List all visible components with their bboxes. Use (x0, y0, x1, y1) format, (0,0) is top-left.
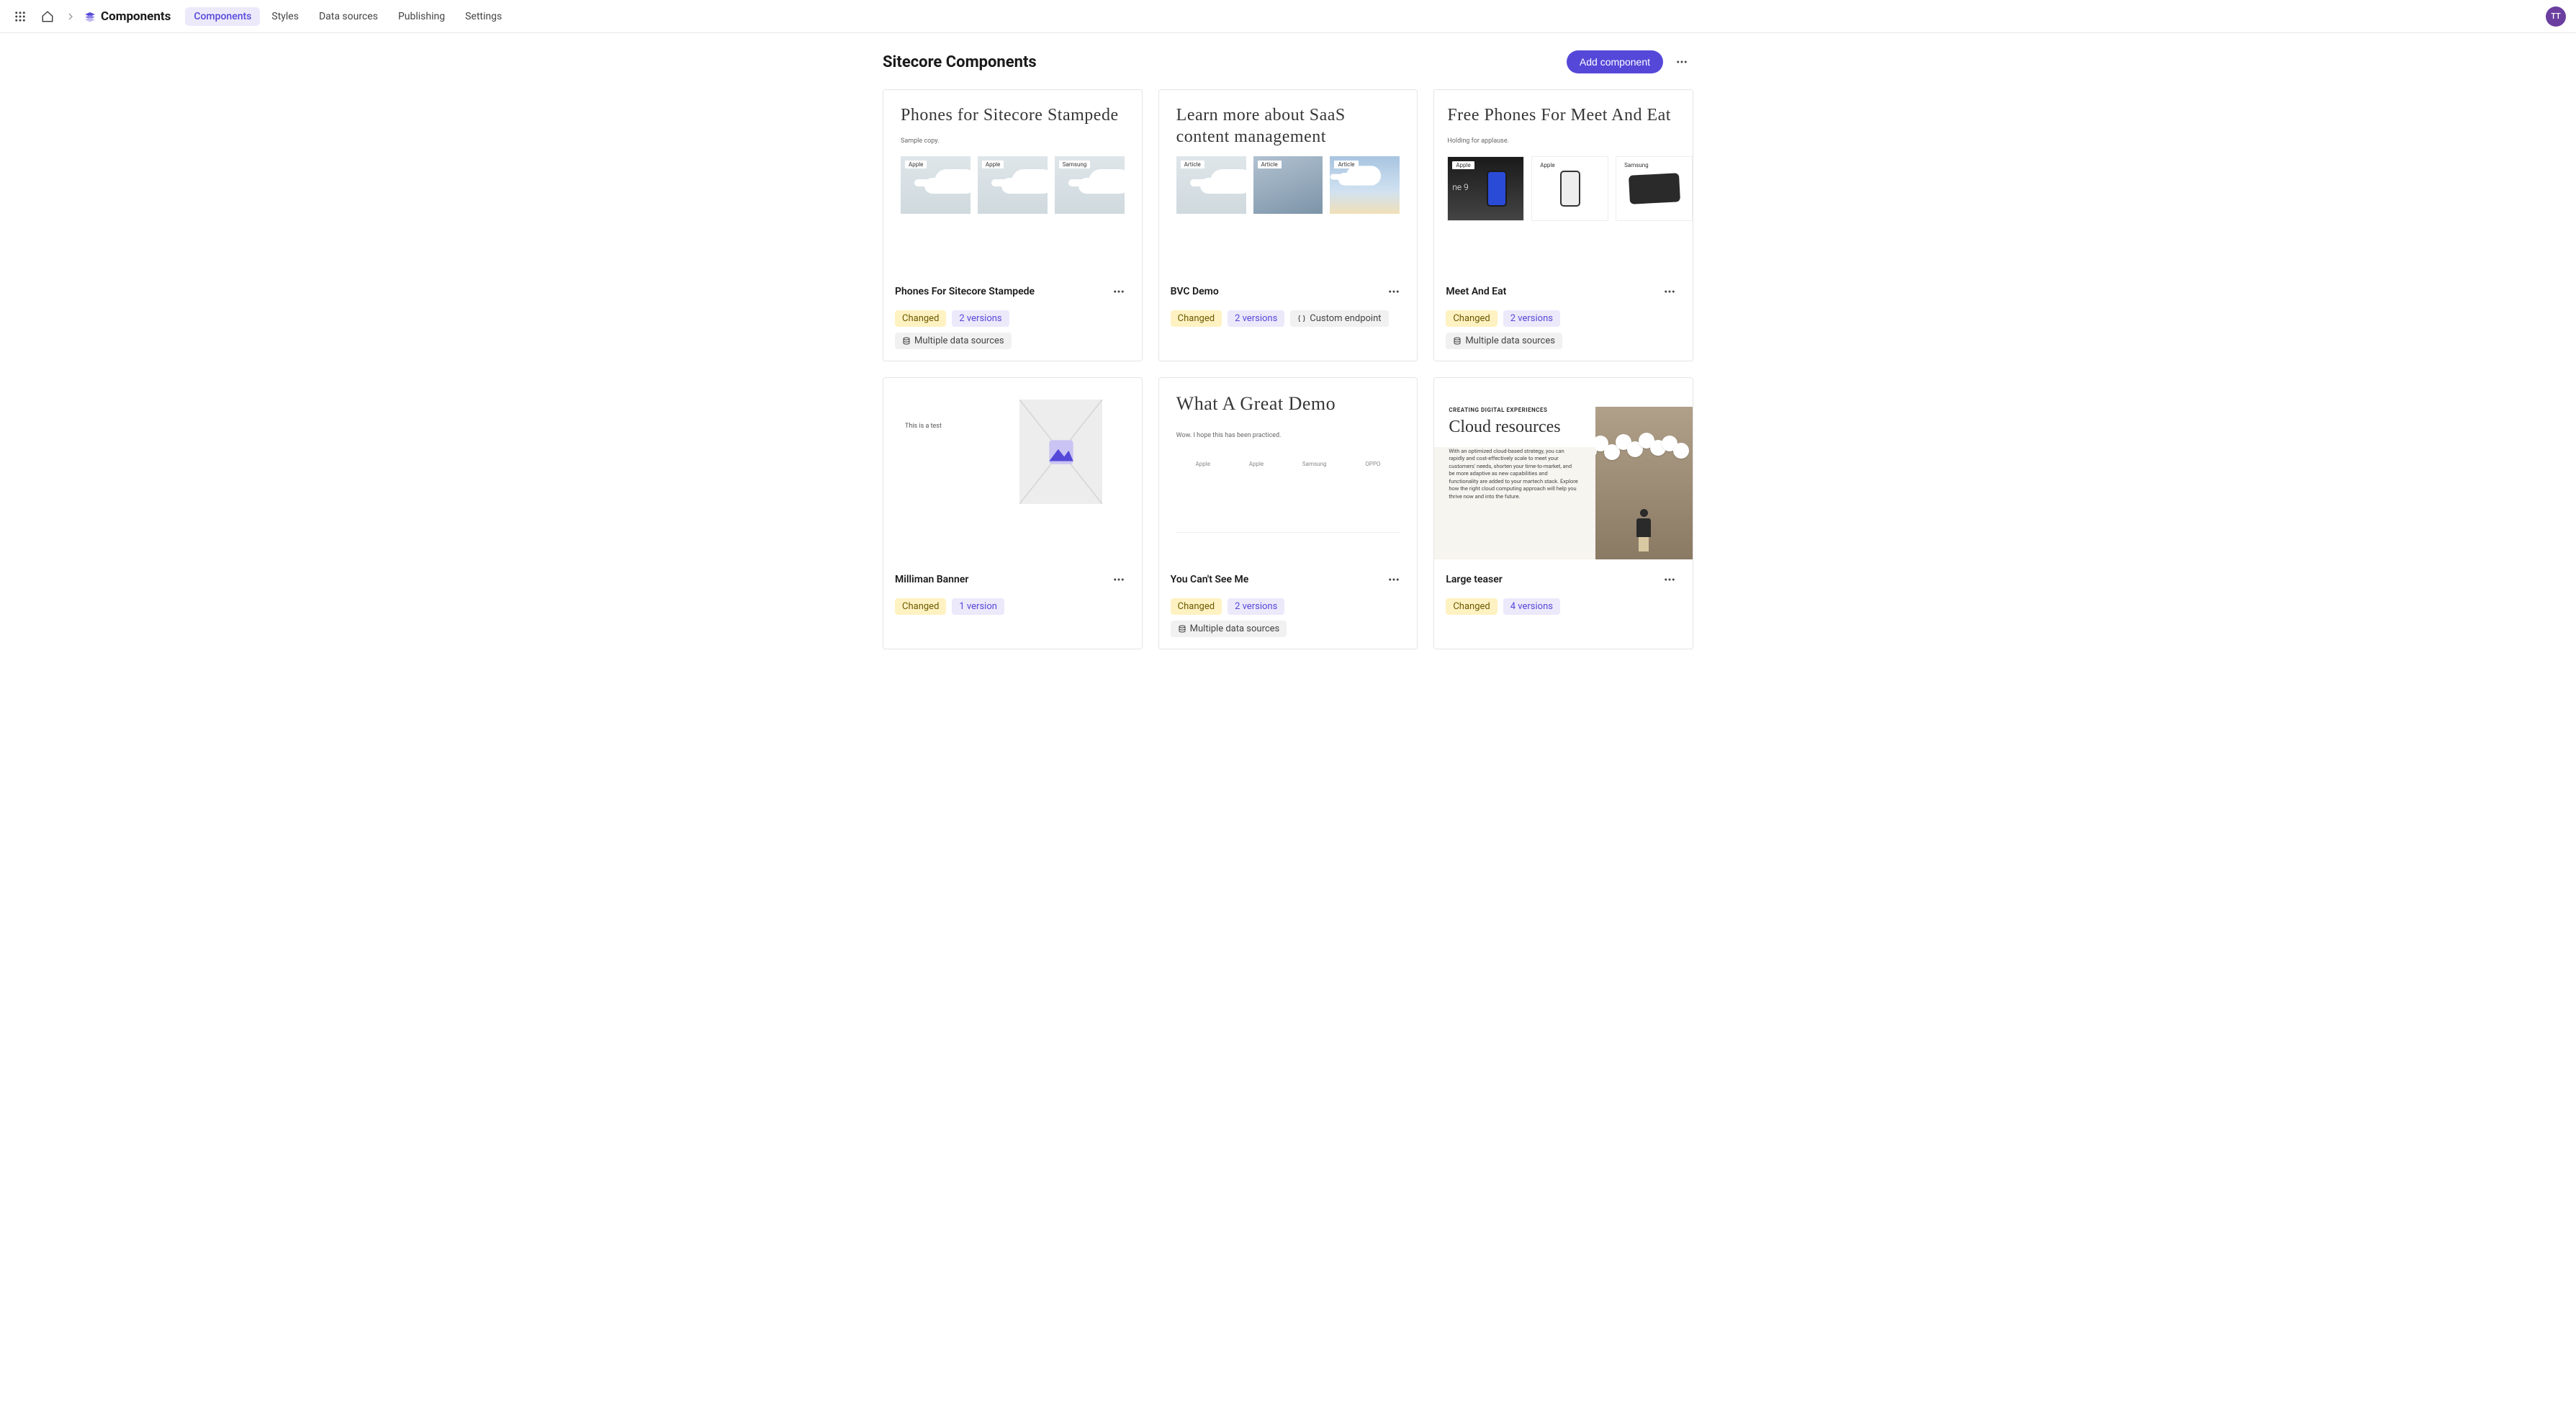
brand[interactable]: Components (84, 9, 171, 24)
page-title: Sitecore Components (883, 53, 1037, 71)
versions-badge: 4 versions (1503, 598, 1560, 615)
brand-logo-icon (84, 10, 96, 23)
datasource-badge: Multiple data sources (895, 333, 1012, 349)
preview-eyebrow: CREATING DIGITAL EXPERIENCES (1449, 407, 1588, 413)
tab-components[interactable]: Components (185, 7, 260, 26)
preview-heading: Free Phones For Meet And Eat (1447, 104, 1693, 126)
preview-tag: Article (1181, 161, 1204, 168)
card-preview: Learn more about SaaS content management… (1159, 90, 1418, 271)
preview-left-text: This is a test (905, 400, 1001, 430)
more-horizontal-icon (1663, 573, 1676, 586)
preview-tag: Samsung (1059, 161, 1091, 168)
component-card[interactable]: Learn more about SaaS content management… (1158, 89, 1418, 361)
card-more-button[interactable] (1382, 568, 1405, 591)
preview-tag: Article (1258, 161, 1282, 168)
card-preview: Phones for Sitecore Stampede Sample copy… (883, 90, 1142, 271)
database-icon (1178, 625, 1186, 634)
component-card[interactable]: Free Phones For Meet And Eat Holding for… (1433, 89, 1693, 361)
tab-data-sources[interactable]: Data sources (310, 7, 387, 26)
top-nav: Components Components Styles Data source… (0, 0, 2576, 33)
preview-image (1595, 407, 1693, 559)
database-icon (1453, 337, 1462, 346)
apps-icon[interactable] (10, 6, 30, 27)
status-badge: Changed (1446, 598, 1497, 615)
brand-label: Components (101, 9, 171, 24)
status-badge: Changed (895, 310, 946, 327)
tab-styles[interactable]: Styles (263, 7, 307, 26)
versions-badge: 1 version (952, 598, 1004, 615)
preview-brand: OPPO (1365, 461, 1380, 467)
preview-brand: Samsung (1302, 461, 1327, 467)
card-more-button[interactable] (1658, 568, 1681, 591)
tab-settings[interactable]: Settings (456, 7, 510, 26)
component-card[interactable]: This is a test Milliman Banner C (883, 377, 1143, 649)
versions-badge: 2 versions (952, 310, 1009, 327)
card-title: Meet And Eat (1446, 286, 1506, 297)
preview-subtext: Wow. I hope this has been practiced. (1176, 432, 1400, 439)
card-more-button[interactable] (1107, 280, 1130, 303)
more-horizontal-icon (1387, 285, 1400, 298)
more-horizontal-icon (1112, 285, 1125, 298)
component-card[interactable]: CREATING DIGITAL EXPERIENCES Cloud resou… (1433, 377, 1693, 649)
datasource-badge: Custom endpoint (1290, 310, 1388, 327)
page-header: Sitecore Components Add component (883, 50, 1693, 73)
card-more-button[interactable] (1382, 280, 1405, 303)
card-preview: Free Phones For Meet And Eat Holding for… (1434, 90, 1693, 271)
card-title: Milliman Banner (895, 574, 968, 585)
preview-tag: Apple (1536, 161, 1558, 169)
card-title: BVC Demo (1171, 286, 1219, 297)
datasource-badge: Multiple data sources (1446, 333, 1562, 349)
braces-icon (1297, 315, 1306, 323)
component-card[interactable]: What A Great Demo Wow. I hope this has b… (1158, 377, 1418, 649)
versions-badge: 2 versions (1228, 310, 1284, 327)
status-badge: Changed (1171, 598, 1222, 615)
preview-heading: Phones for Sitecore Stampede (901, 104, 1125, 126)
preview-brand: Apple (1249, 461, 1264, 467)
status-badge: Changed (895, 598, 946, 615)
preview-heading: Learn more about SaaS content management (1176, 104, 1400, 148)
versions-badge: 2 versions (1503, 310, 1560, 327)
tab-publishing[interactable]: Publishing (389, 7, 454, 26)
more-horizontal-icon (1663, 285, 1676, 298)
card-more-button[interactable] (1658, 280, 1681, 303)
card-title: You Can't See Me (1171, 574, 1249, 585)
preview-tag: Apple (982, 161, 1004, 168)
versions-badge: 2 versions (1228, 598, 1284, 615)
preview-tag: Samsung (1621, 161, 1652, 169)
status-badge: Changed (1446, 310, 1497, 327)
nav-tabs: Components Styles Data sources Publishin… (185, 7, 510, 26)
home-icon[interactable] (37, 6, 58, 27)
card-title: Phones For Sitecore Stampede (895, 286, 1035, 297)
image-placeholder-icon (1019, 400, 1102, 504)
preview-tag: Apple (1452, 161, 1474, 169)
preview-body: With an optimized cloud-based strategy, … (1449, 448, 1578, 501)
card-title: Large teaser (1446, 574, 1503, 585)
card-preview: CREATING DIGITAL EXPERIENCES Cloud resou… (1434, 378, 1693, 559)
component-grid: Phones for Sitecore Stampede Sample copy… (883, 89, 1693, 649)
preview-extra-text: ne 9 (1452, 182, 1468, 192)
chevron-right-icon (65, 6, 76, 27)
card-preview: This is a test (883, 378, 1142, 559)
preview-subtext: Sample copy. (901, 138, 1125, 145)
more-horizontal-icon (1112, 573, 1125, 586)
component-card[interactable]: Phones for Sitecore Stampede Sample copy… (883, 89, 1143, 361)
preview-brand: Apple (1196, 461, 1210, 467)
preview-heading: What A Great Demo (1176, 392, 1400, 416)
preview-heading: Cloud resources (1449, 418, 1588, 438)
preview-subtext: Holding for applause. (1447, 138, 1693, 145)
page-more-button[interactable] (1670, 50, 1693, 73)
more-horizontal-icon (1675, 55, 1688, 68)
card-more-button[interactable] (1107, 568, 1130, 591)
status-badge: Changed (1171, 310, 1222, 327)
avatar[interactable]: TT (2546, 6, 2566, 27)
add-component-button[interactable]: Add component (1567, 50, 1663, 73)
datasource-badge: Multiple data sources (1171, 621, 1287, 637)
card-preview: What A Great Demo Wow. I hope this has b… (1159, 378, 1418, 559)
database-icon (902, 337, 911, 346)
preview-tag: Apple (905, 161, 927, 168)
more-horizontal-icon (1387, 573, 1400, 586)
